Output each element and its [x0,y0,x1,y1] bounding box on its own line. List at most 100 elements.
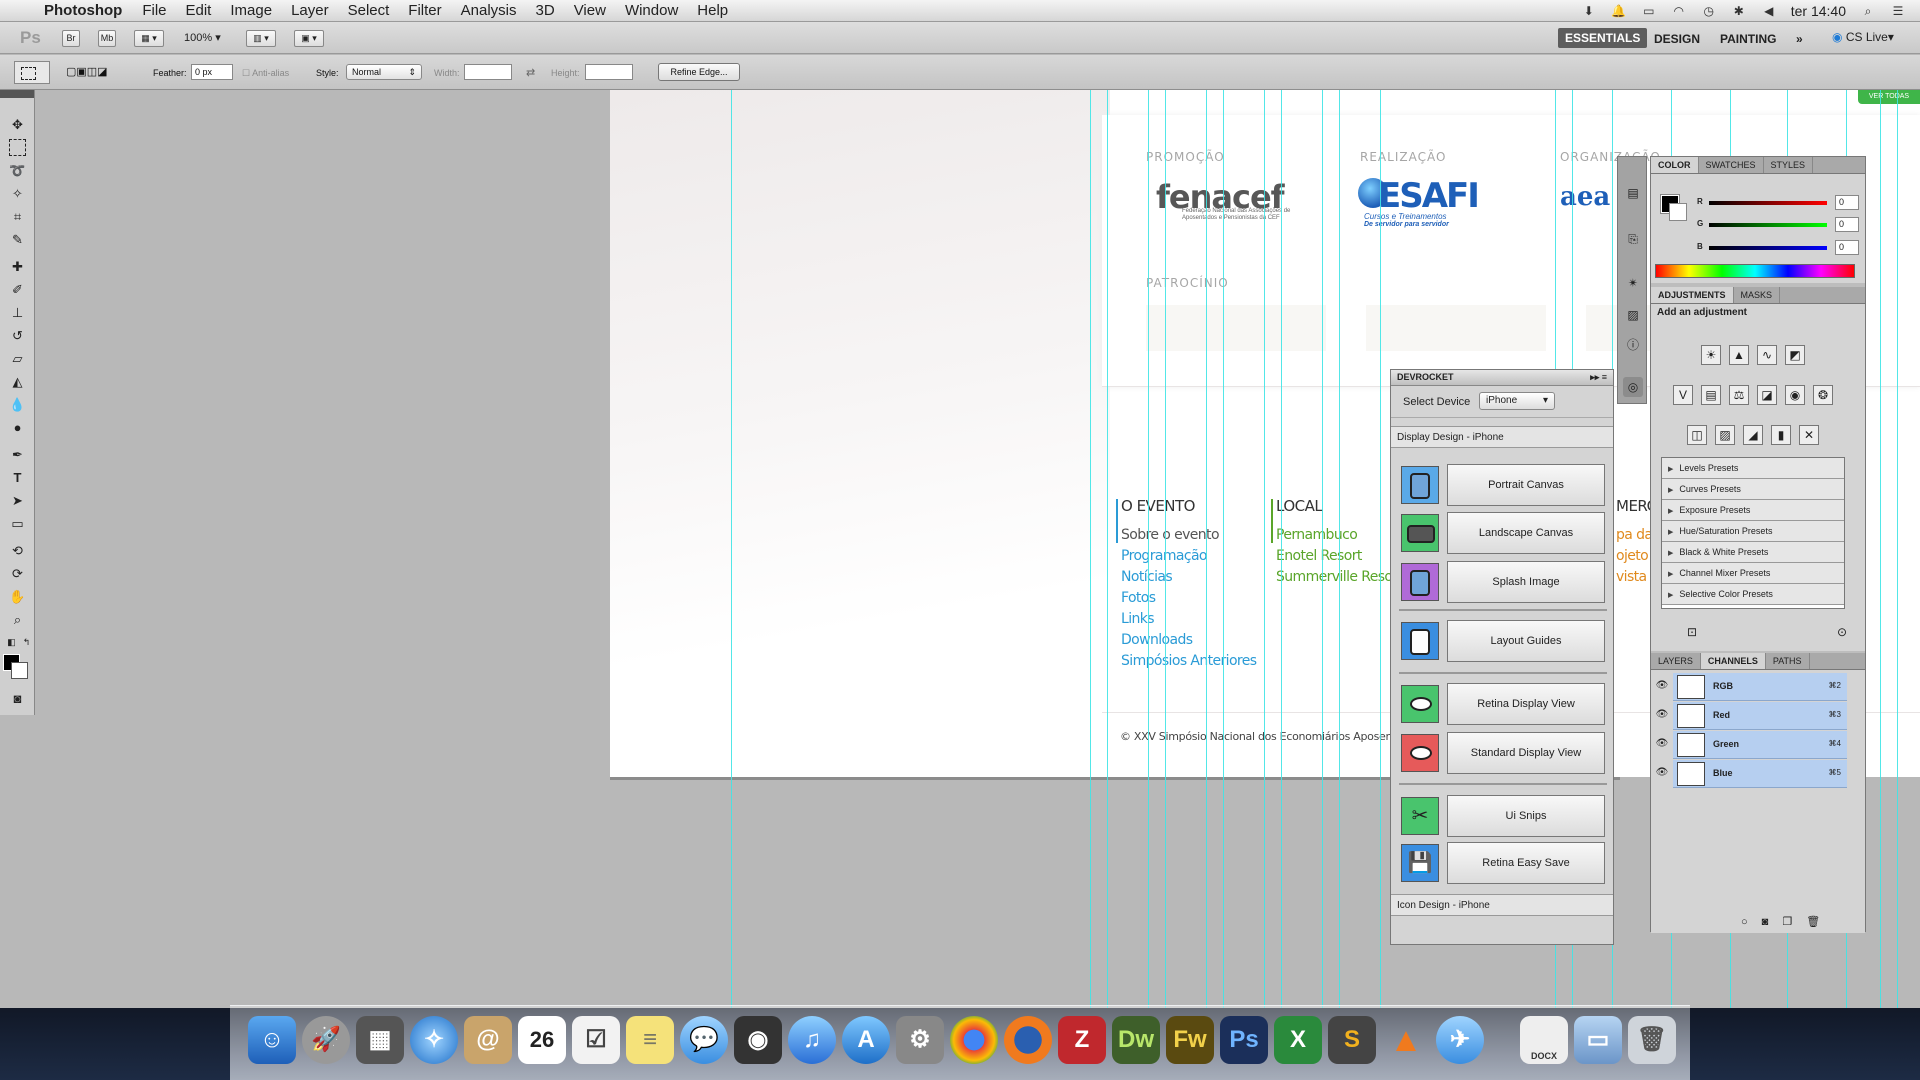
green-value[interactable]: 0 [1835,217,1859,232]
posterize-icon[interactable]: ▨ [1715,425,1735,445]
rectangle-tool-icon[interactable]: ▭ [9,515,26,532]
clip-layer-icon[interactable]: ⊡ [1687,625,1697,639]
invert-icon[interactable]: ◫ [1687,425,1707,445]
preset-item[interactable]: Curves Presets [1662,479,1844,500]
preset-item[interactable]: Levels Presets [1662,458,1844,479]
preset-item[interactable]: Black & White Presets [1662,542,1844,563]
view-extras-button[interactable]: ▦ ▾ [134,30,164,47]
display-design-section[interactable]: Display Design - iPhone [1391,426,1613,448]
ver-todas-button[interactable]: VER TODAS [1858,90,1920,104]
zoom-tool-icon[interactable]: ⌕ [9,611,26,628]
selective-color-icon[interactable]: ✕ [1799,425,1819,445]
splash-image-button[interactable]: Splash Image [1447,561,1605,603]
photoshop-icon[interactable]: Ps [1220,1016,1268,1064]
itunes-icon[interactable]: ♫ [788,1016,836,1064]
device-select[interactable]: iPhone ▾ [1479,392,1555,410]
vibrance-icon[interactable]: V [1673,385,1693,405]
selection-mode-icons[interactable]: ▢▣◫◪ [66,65,108,78]
portrait-canvas-button[interactable]: Portrait Canvas [1447,464,1605,506]
tab-styles[interactable]: STYLES [1764,157,1814,173]
icon-design-section[interactable]: Icon Design - iPhone [1391,894,1613,916]
notes-icon[interactable]: ≡ [626,1016,674,1064]
footer-link[interactable]: Downloads [1121,630,1256,651]
facetime-icon[interactable]: ◉ [734,1016,782,1064]
docx-file-icon[interactable]: DOCX [1520,1016,1568,1064]
new-channel-icon[interactable]: ❐ [1782,916,1806,928]
zoom-level[interactable]: 100% ▾ [184,31,221,44]
visibility-eye-icon[interactable]: 👁 [1655,680,1669,694]
list-menu-icon[interactable]: ☰ [1890,4,1906,18]
contacts-icon[interactable]: @ [464,1016,512,1064]
time-machine-icon[interactable]: ◷ [1701,4,1717,18]
paint-bucket-icon[interactable]: ◭ [9,373,26,390]
tab-channels[interactable]: CHANNELS [1700,653,1766,669]
footer-link[interactable]: Simpósios Anteriores [1121,651,1257,672]
notification-icon[interactable]: 🔔 [1611,4,1627,18]
blue-value[interactable]: 0 [1835,240,1859,255]
mini-bridge-panel-icon[interactable]: ▤ [1623,183,1643,203]
healing-brush-icon[interactable]: ✚ [9,258,26,275]
path-selection-icon[interactable]: ➤ [9,492,26,509]
hue-saturation-icon[interactable]: ▤ [1701,385,1721,405]
blur-tool-icon[interactable]: 💧 [9,396,26,413]
cs-live-menu[interactable]: ◉ CS Live▾ [1832,30,1894,44]
blue-slider[interactable] [1709,246,1827,250]
visibility-eye-icon[interactable]: 👁 [1655,709,1669,723]
tab-adjustments[interactable]: ADJUSTMENTS [1651,287,1734,303]
clock[interactable]: ter 14:40 [1791,3,1846,19]
save-selection-icon[interactable]: ◙ [1762,916,1783,928]
arrange-documents-button[interactable]: ▥ ▾ [246,30,276,47]
devrocket-panel-icon[interactable]: ◎ [1623,377,1643,397]
messages-icon[interactable]: 💬 [680,1016,728,1064]
panel-menu-icon[interactable]: ▸▸ ≡ [1590,370,1607,385]
spotlight-search-icon[interactable]: ⌕ [1860,4,1876,18]
filezilla-icon[interactable]: Z [1058,1016,1106,1064]
menu-filter[interactable]: Filter [408,2,441,19]
vlc-icon[interactable]: ▲ [1382,1016,1430,1064]
dreamweaver-icon[interactable]: Dw [1112,1016,1160,1064]
channel-row[interactable]: 👁 Red ⌘3 [1651,702,1847,730]
load-selection-icon[interactable]: ○ [1741,916,1762,928]
wifi-icon[interactable]: ◠ [1671,4,1687,18]
retina-display-view-button[interactable]: Retina Display View [1447,683,1605,725]
quick-mask-icon[interactable]: ◙ [9,690,26,707]
menu-view[interactable]: View [574,2,606,19]
history-panel-icon[interactable]: ⎘ [1623,229,1643,249]
sublime-icon[interactable]: S [1328,1016,1376,1064]
navigator-panel-icon[interactable]: ✴ [1623,273,1643,293]
applications-folder-icon[interactable]: ▭ [1574,1016,1622,1064]
mini-bridge-button[interactable]: Mb [98,30,116,47]
menu-3d[interactable]: 3D [536,2,555,19]
lasso-tool-icon[interactable]: ➰ [9,162,26,179]
exposure-icon[interactable]: ◩ [1785,345,1805,365]
layout-guides-button[interactable]: Layout Guides [1447,620,1605,662]
eraser-tool-icon[interactable]: ▱ [9,350,26,367]
retina-easy-save-button[interactable]: Retina Easy Save [1447,842,1605,884]
color-balance-icon[interactable]: ⚖ [1729,385,1749,405]
height-input[interactable] [585,64,633,80]
calendar-icon[interactable]: 26 [518,1016,566,1064]
safari-icon[interactable]: ✧ [410,1016,458,1064]
view-mode-icon[interactable]: ⊙ [1837,625,1847,639]
histogram-panel-icon[interactable]: ▨ [1623,305,1643,325]
photo-filter-icon[interactable]: ◉ [1785,385,1805,405]
system-preferences-icon[interactable]: ⚙ [896,1016,944,1064]
bridge-button[interactable]: Br [62,30,80,47]
devrocket-title[interactable]: DEVROCKET ▸▸ ≡ [1391,370,1613,386]
red-value[interactable]: 0 [1835,195,1859,210]
mission-control-icon[interactable]: ▦ [356,1016,404,1064]
chrome-icon[interactable] [950,1016,998,1064]
width-input[interactable] [464,64,512,80]
color-spectrum[interactable] [1655,264,1855,278]
excel-icon[interactable]: X [1274,1016,1322,1064]
app-store-icon[interactable]: A [842,1016,890,1064]
channel-row[interactable]: 👁 Green ⌘4 [1651,731,1847,759]
levels-icon[interactable]: ▲ [1729,345,1749,365]
background-color[interactable] [1669,203,1687,221]
move-tool-icon[interactable]: ✥ [9,116,26,133]
menu-edit[interactable]: Edit [186,2,212,19]
tab-color[interactable]: COLOR [1651,157,1699,173]
gradient-map-icon[interactable]: ▮ [1771,425,1791,445]
channel-row[interactable]: 👁 RGB ⌘2 [1651,673,1847,701]
footer-link[interactable]: Notícias [1121,567,1256,588]
